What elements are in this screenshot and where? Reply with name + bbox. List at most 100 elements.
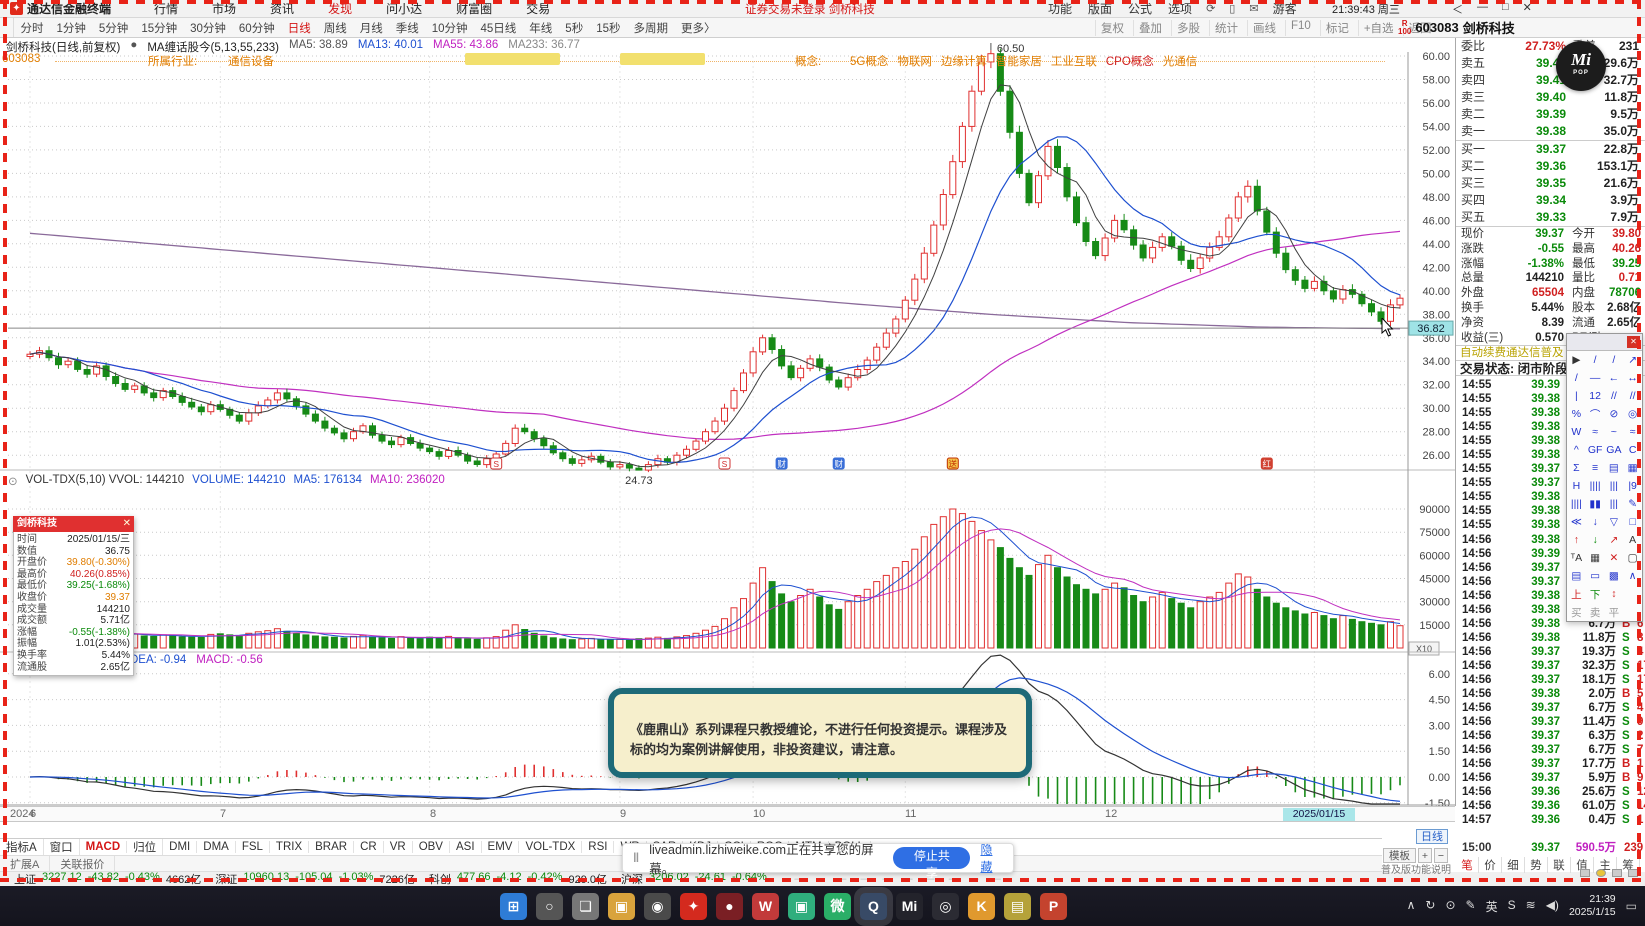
tray-icon-⊙[interactable]: ⊙ (1445, 898, 1455, 915)
indicator-tab-MACD[interactable]: MACD (80, 841, 128, 853)
indicator-tab-FSL[interactable]: FSL (236, 841, 270, 853)
indicator-tab-TRIX[interactable]: TRIX (270, 841, 310, 853)
draw-tool-icon[interactable]: ▭ (1586, 567, 1605, 585)
tray-icon-英[interactable]: 英 (1486, 898, 1498, 915)
concept-物联网[interactable]: 物联网 (897, 56, 932, 68)
concept-5G概念[interactable]: 5G概念 (850, 56, 888, 68)
period-box[interactable]: 日线 (1416, 829, 1448, 844)
concept-光通信[interactable]: 光通信 (1163, 56, 1198, 68)
taskbar-app-icon[interactable]: Q (854, 886, 893, 926)
draw-tool-icon[interactable]: 下 (1586, 585, 1605, 603)
tray-icon-✎[interactable]: ✎ (1466, 898, 1476, 915)
draw-tool-icon[interactable]: ≪ (1567, 513, 1586, 531)
popup-header[interactable]: 剑桥科技 ✕ (13, 516, 134, 532)
period-1分钟[interactable]: 1分钟 (57, 20, 86, 36)
time-axis[interactable]: 2024 67891011121 2025/01/15 (0, 806, 1455, 822)
period-季线[interactable]: 季线 (396, 20, 419, 36)
tray-icon-≋[interactable]: ≋ (1526, 898, 1536, 915)
tool-复权[interactable]: 复权 (1095, 19, 1129, 36)
notification-icon[interactable]: ▭ (1626, 899, 1637, 913)
upload-icon[interactable] (1612, 869, 1622, 877)
extension-tab-关联报价[interactable]: 关联报价 (50, 855, 116, 872)
period-多周期[interactable]: 多周期 (634, 20, 669, 36)
draw-tool-icon[interactable]: / (1605, 351, 1624, 369)
draw-tool-icon[interactable]: GF (1586, 441, 1605, 459)
draw-tool-icon[interactable]: W (1567, 423, 1586, 441)
tray-icon-◀)[interactable]: ◀) (1546, 898, 1559, 915)
draw-tool-icon[interactable]: ||| (1605, 495, 1624, 513)
period-10分钟[interactable]: 10分钟 (432, 20, 468, 36)
draw-tool-icon[interactable]: 上 (1567, 585, 1586, 603)
mini-tab-细[interactable]: 细 (1502, 857, 1525, 873)
concept-CPO概念[interactable]: CPO概念 (1106, 56, 1154, 68)
layout-icon[interactable] (1580, 869, 1590, 877)
period-更多〉[interactable]: 更多〉 (681, 20, 716, 36)
draw-tool-icon[interactable]: 买 (1567, 603, 1586, 621)
indicator-tab-VOL-TDX[interactable]: VOL-TDX (519, 841, 583, 853)
tool-叠加[interactable]: 叠加 (1133, 19, 1167, 36)
taskbar-app-icon[interactable]: K (968, 892, 995, 920)
period-5秒[interactable]: 5秒 (565, 20, 583, 36)
draw-tool-icon[interactable]: ↓ (1586, 513, 1605, 531)
draw-tool-icon[interactable]: GA (1605, 441, 1624, 459)
indicator-tab-DMA[interactable]: DMA (197, 841, 236, 853)
draw-tool-icon[interactable]: 卖 (1586, 603, 1605, 621)
draw-tool-icon[interactable]: | (1567, 387, 1586, 405)
taskbar-app-icon[interactable]: ⊞ (500, 892, 527, 920)
taskbar-app-icon[interactable]: 微 (824, 892, 851, 920)
period-5分钟[interactable]: 5分钟 (99, 20, 128, 36)
tray-icon-S[interactable]: S (1508, 898, 1516, 915)
concept-智能家居[interactable]: 智能家居 (996, 56, 1042, 68)
taskbar-app-icon[interactable]: ● (716, 892, 743, 920)
draw-tool-icon[interactable]: // (1605, 387, 1624, 405)
draw-tool-icon[interactable]: ▶ (1567, 351, 1586, 369)
period-周线[interactable]: 周线 (324, 20, 347, 36)
taskbar-app-icon[interactable]: ▣ (608, 892, 635, 920)
period-45日线[interactable]: 45日线 (481, 20, 517, 36)
tool-标记[interactable]: 标记 (1319, 19, 1354, 36)
draw-tool-icon[interactable]: — (1586, 369, 1605, 387)
period-60分钟[interactable]: 60分钟 (239, 20, 275, 36)
draw-tool-icon[interactable]: Σ (1567, 459, 1586, 477)
period-日线[interactable]: 日线 (288, 20, 311, 36)
tool-F10[interactable]: F10 (1285, 19, 1316, 36)
indicator-tab-OBV[interactable]: OBV (413, 841, 450, 853)
industry-value[interactable]: 通信设备 (228, 53, 274, 69)
popup-close-icon[interactable]: ✕ (123, 516, 131, 532)
period-15秒[interactable]: 15秒 (596, 20, 620, 36)
draw-tool-icon[interactable]: % (1567, 405, 1586, 423)
indicator-tab-BRAR[interactable]: BRAR (309, 841, 355, 853)
taskbar-app-icon[interactable]: ◉ (644, 892, 671, 920)
concept-边缘计算[interactable]: 边缘计算 (941, 56, 987, 68)
draw-tool-icon[interactable]: ↕ (1605, 585, 1624, 603)
emoji-icon[interactable] (1596, 869, 1606, 877)
indicator-tab-RSI[interactable]: RSI (582, 841, 615, 853)
period-月线[interactable]: 月线 (360, 20, 383, 36)
draw-tool-icon[interactable]: ⌒ (1586, 405, 1605, 423)
extension-tab-扩展A[interactable]: 扩展A (0, 855, 51, 872)
draw-tool-icon[interactable]: H (1567, 477, 1586, 495)
mini-tab-笔[interactable]: 笔 (1456, 857, 1479, 873)
draw-tool-icon[interactable]: ▽ (1605, 513, 1624, 531)
tool-画线[interactable]: 画线 (1247, 19, 1281, 36)
draw-tool-icon[interactable]: ▦ (1586, 549, 1605, 567)
draw-tool-icon[interactable]: ^ (1567, 441, 1586, 459)
taskbar-app-icon[interactable]: ▤ (1004, 892, 1031, 920)
draw-tool-icon[interactable]: |||| (1567, 495, 1586, 513)
indicator-toggle-icon[interactable]: ⊙ (8, 474, 18, 488)
indicator-tab-CR[interactable]: CR (354, 841, 384, 853)
palette-header[interactable]: ✕ (1567, 334, 1642, 351)
draw-tool-icon[interactable]: ← (1605, 369, 1624, 387)
indicator-tab-窗口[interactable]: 窗口 (44, 839, 80, 855)
draw-tool-icon[interactable]: ⊘ (1605, 405, 1624, 423)
draw-tool-icon[interactable]: ▤ (1605, 459, 1624, 477)
period-30分钟[interactable]: 30分钟 (190, 20, 226, 36)
taskbar-app-icon[interactable]: ✦ (680, 892, 707, 920)
draw-tool-icon[interactable]: 平 (1605, 603, 1624, 621)
draw-tool-icon[interactable]: ~ (1605, 423, 1624, 441)
indicator-tab-ASI[interactable]: ASI (450, 841, 482, 853)
tool-+自选[interactable]: +自选 (1357, 19, 1399, 36)
draw-tool-icon[interactable]: ≈ (1586, 423, 1605, 441)
taskbar-app-icon[interactable]: W (752, 892, 779, 920)
tool-统计[interactable]: 统计 (1209, 19, 1243, 36)
